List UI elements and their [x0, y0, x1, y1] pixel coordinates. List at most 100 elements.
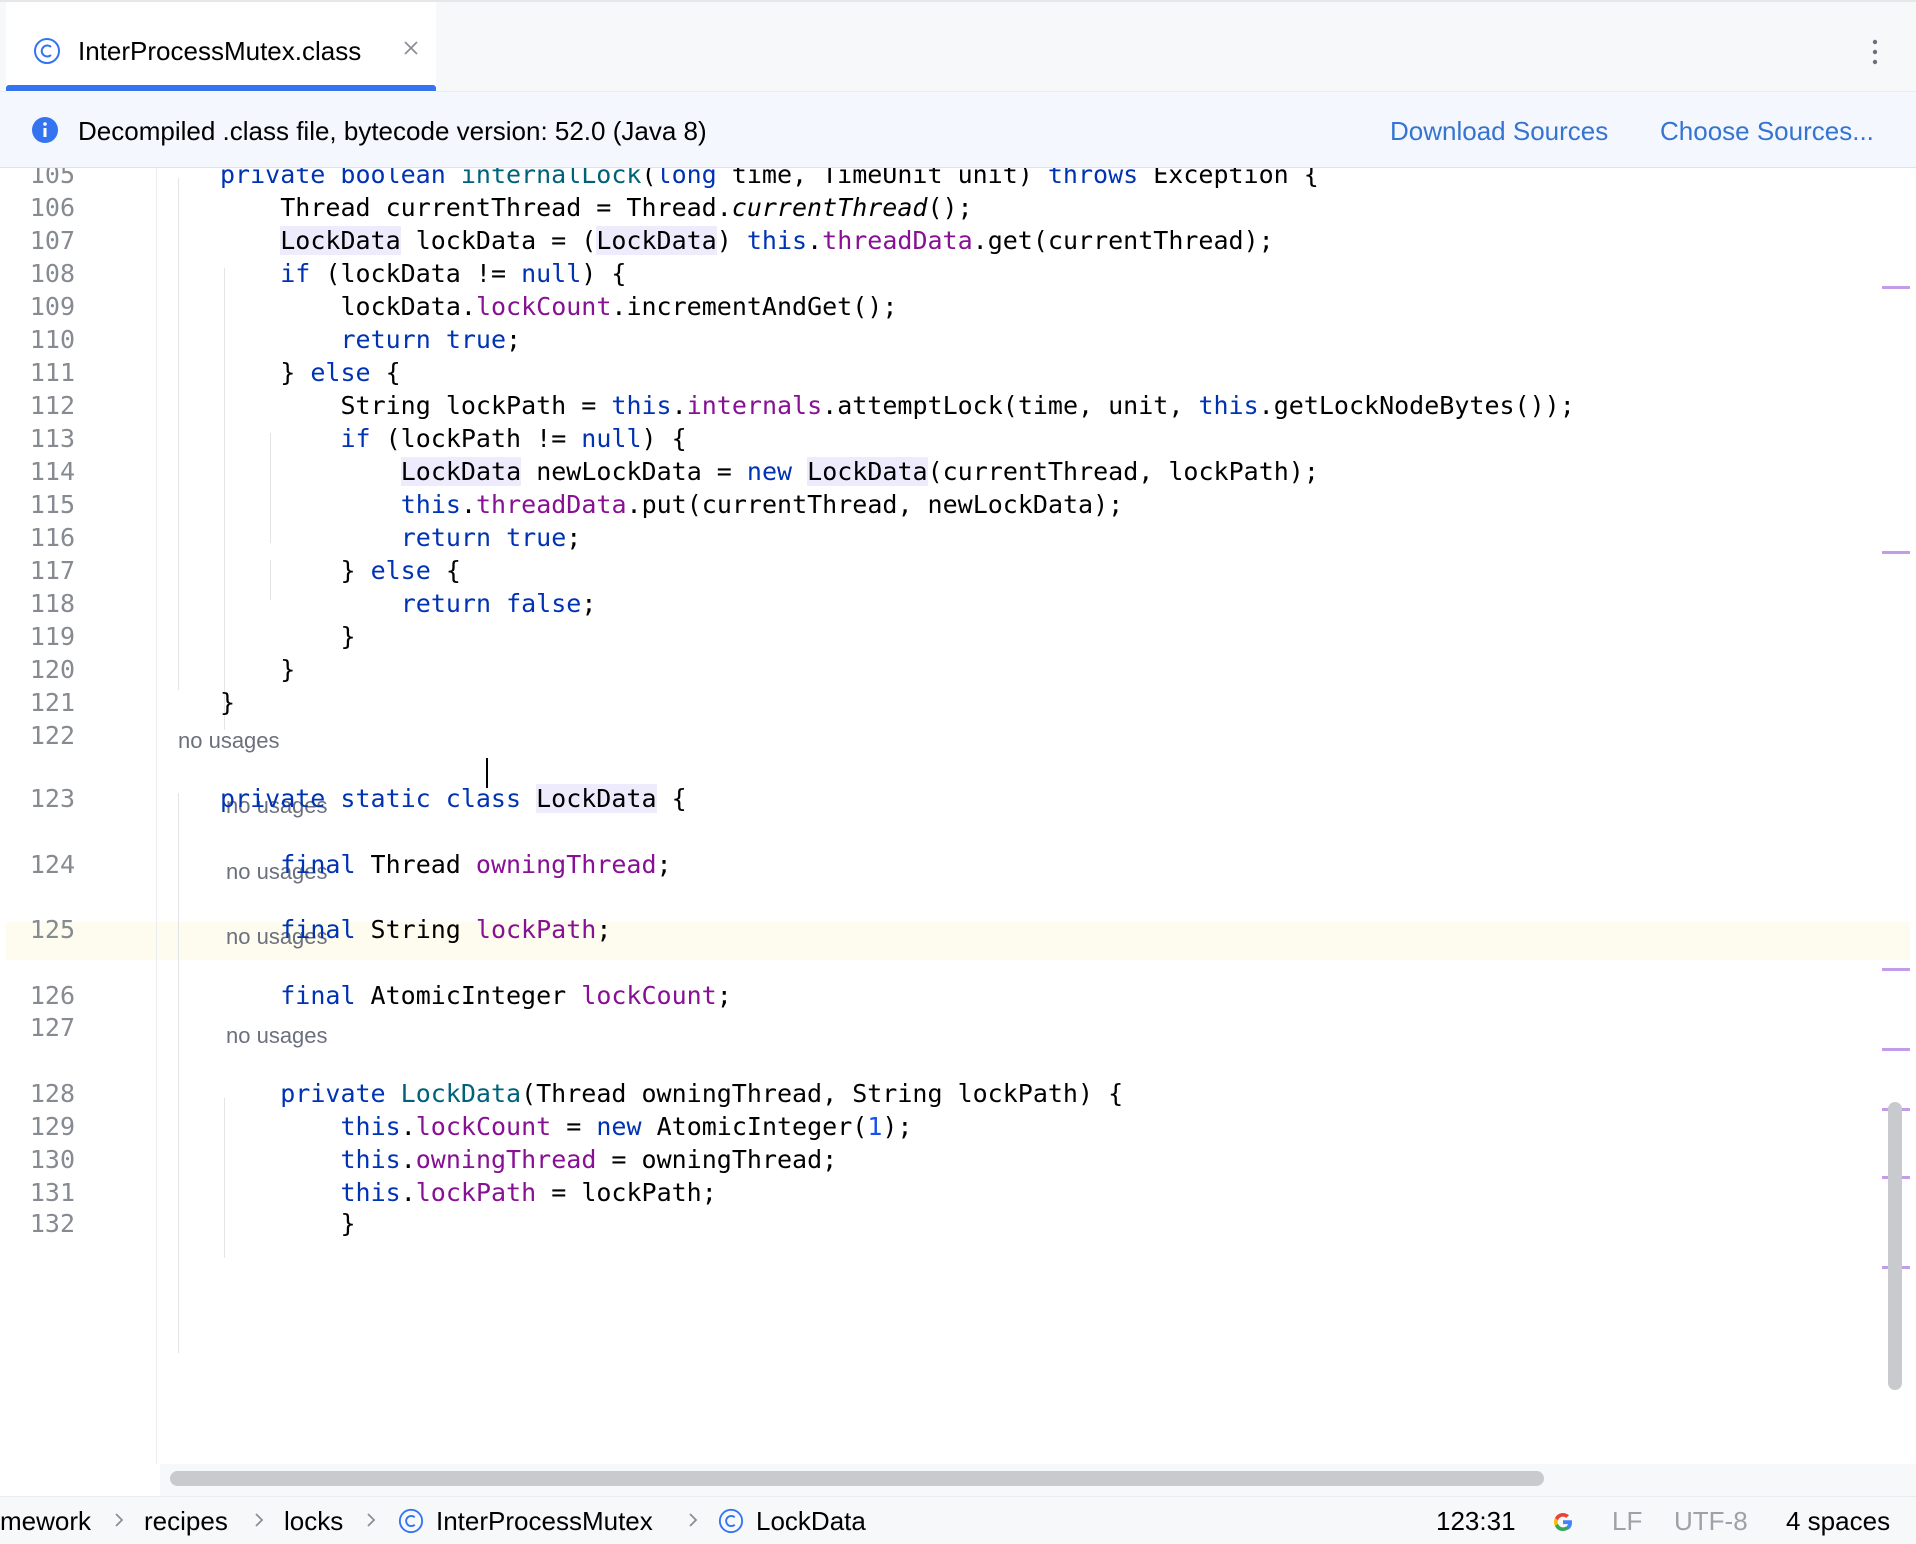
code-token: AtomicInteger(: [656, 1112, 868, 1141]
code-token: {: [445, 556, 461, 585]
text-caret: [486, 758, 488, 788]
line-number[interactable]: 109: [0, 292, 75, 321]
code-token: time, TimeUnit unit): [731, 168, 1048, 189]
code-token: owningThread: [415, 1145, 597, 1174]
line-number[interactable]: 116: [0, 523, 75, 552]
code-line: 125 final String lockPath;: [0, 909, 1880, 949]
info-icon: [32, 117, 58, 143]
code-token: throws: [1047, 168, 1154, 189]
code-token: threadData: [476, 490, 627, 519]
code-text: this.threadData.put(currentThread, newLo…: [401, 490, 1124, 519]
code-token: = owningThread;: [596, 1145, 838, 1174]
caret-position[interactable]: 123:31: [1436, 1506, 1516, 1537]
code-token: LockData: [400, 457, 522, 486]
code-token: .: [671, 391, 687, 420]
decompiled-banner: Decompiled .class file, bytecode version…: [0, 92, 1916, 168]
line-number[interactable]: 114: [0, 457, 75, 486]
breadcrumb-item[interactable]: recipes: [144, 1506, 228, 1537]
code-token: );: [882, 1112, 913, 1141]
code-token: .: [400, 1112, 416, 1141]
indent-setting[interactable]: 4 spaces: [1786, 1506, 1890, 1537]
code-editor[interactable]: no usages no usages no usages no usages no u…: [0, 168, 1916, 1464]
error-stripe-marker[interactable]: [1882, 286, 1910, 289]
error-stripe-marker[interactable]: [1882, 968, 1910, 971]
code-text: if (lockPath != null) {: [340, 424, 686, 453]
line-number[interactable]: 115: [0, 490, 75, 519]
line-number[interactable]: 117: [0, 556, 75, 585]
code-token: .getLockNodeBytes());: [1258, 391, 1575, 420]
line-number[interactable]: 112: [0, 391, 75, 420]
line-number[interactable]: 127: [0, 1013, 75, 1042]
banner-message: Decompiled .class file, bytecode version…: [78, 116, 707, 146]
code-text: final String lockPath;: [280, 915, 611, 944]
code-token: ;: [566, 523, 582, 552]
code-text: }: [220, 688, 235, 717]
code-token: Thread currentThread = Thread.: [280, 193, 732, 222]
line-number[interactable]: 126: [0, 981, 75, 1010]
google-icon[interactable]: [1550, 1509, 1576, 1535]
line-number[interactable]: 118: [0, 589, 75, 618]
code-token: this: [340, 1145, 401, 1174]
code-text: return false;: [401, 589, 597, 618]
line-number[interactable]: 107: [0, 226, 75, 255]
line-number[interactable]: 113: [0, 424, 75, 453]
file-encoding[interactable]: UTF-8: [1674, 1506, 1748, 1537]
line-number[interactable]: 121: [0, 688, 75, 717]
code-token: final: [280, 981, 371, 1010]
line-number[interactable]: 108: [0, 259, 75, 288]
line-number[interactable]: 105: [0, 168, 75, 189]
line-number[interactable]: 124: [0, 850, 75, 879]
line-number[interactable]: 129: [0, 1112, 75, 1141]
close-icon[interactable]: [399, 36, 423, 60]
code-token: threadData: [822, 226, 973, 255]
code-token: new: [746, 457, 808, 486]
breadcrumb-item[interactable]: locks: [284, 1506, 343, 1537]
more-vertical-icon[interactable]: [1870, 36, 1880, 68]
code-token: (currentThread, lockPath);: [927, 457, 1319, 486]
code-token: boolean: [340, 168, 461, 189]
choose-sources-link[interactable]: Choose Sources...: [1660, 116, 1874, 147]
error-stripe-marker[interactable]: [1882, 551, 1910, 554]
code-token: return: [340, 325, 446, 354]
line-separator[interactable]: LF: [1612, 1506, 1642, 1537]
breadcrumb-item[interactable]: InterProcessMutex: [436, 1506, 653, 1537]
code-token: final: [280, 915, 371, 944]
code-token: {: [385, 358, 401, 387]
code-token: .: [400, 1145, 416, 1174]
line-number[interactable]: 111: [0, 358, 75, 387]
code-text: return true;: [401, 523, 582, 552]
code-token: ;: [581, 589, 597, 618]
vertical-scrollbar[interactable]: [1888, 1102, 1902, 1390]
line-number[interactable]: 123: [0, 784, 75, 813]
code-token: this: [400, 490, 461, 519]
line-number[interactable]: 110: [0, 325, 75, 354]
code-token: AtomicInteger: [370, 981, 582, 1010]
breadcrumb-item[interactable]: LockData: [756, 1506, 866, 1537]
code-token: this: [1198, 391, 1259, 420]
code-token: newLockData =: [521, 457, 747, 486]
line-number[interactable]: 132: [0, 1209, 75, 1238]
line-number[interactable]: 119: [0, 622, 75, 651]
breadcrumb-item[interactable]: mework: [0, 1506, 91, 1537]
code-token: LockData: [536, 784, 657, 813]
code-token: .get(currentThread);: [972, 226, 1274, 255]
download-sources-link[interactable]: Download Sources: [1390, 116, 1608, 147]
class-icon: [718, 1508, 744, 1534]
code-token: null: [521, 259, 582, 288]
line-number[interactable]: 125: [0, 915, 75, 944]
horizontal-scrollbar[interactable]: [170, 1471, 1544, 1486]
line-number[interactable]: 122: [0, 721, 75, 750]
code-text: final Thread owningThread;: [280, 850, 671, 879]
error-stripe-marker[interactable]: [1882, 1048, 1910, 1051]
code-token: String lockPath =: [340, 391, 612, 420]
line-number[interactable]: 128: [0, 1079, 75, 1108]
line-number[interactable]: 120: [0, 655, 75, 684]
code-token: currentThread: [731, 193, 928, 222]
line-number[interactable]: 130: [0, 1145, 75, 1174]
code-text: this.owningThread = owningThread;: [340, 1145, 837, 1174]
active-tab-indicator: [6, 85, 436, 91]
line-number[interactable]: 106: [0, 193, 75, 222]
code-token: LockData: [400, 1079, 522, 1108]
code-token: this: [746, 226, 808, 255]
tab-interprocessmutex-class[interactable]: InterProcessMutex.class: [6, 2, 436, 92]
